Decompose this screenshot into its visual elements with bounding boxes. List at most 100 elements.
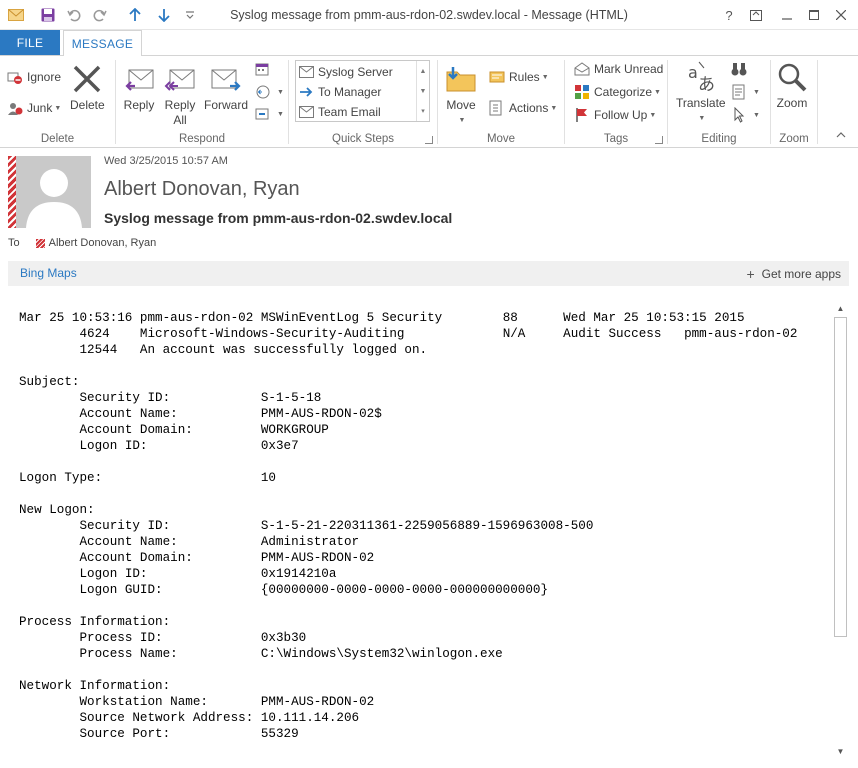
svg-text:a: a [688, 63, 698, 82]
respond-group-label: Respond [178, 133, 226, 145]
junk-icon [6, 99, 24, 117]
related-icon [730, 83, 748, 101]
delete-label: Delete [70, 98, 105, 112]
quick-step-team-email[interactable]: Team Email [298, 102, 381, 121]
help-button[interactable]: ? [718, 4, 740, 26]
reply-all-button[interactable]: Reply All [163, 62, 197, 128]
quick-step-label: Syslog Server [318, 64, 393, 79]
chevron-down-icon: ▼ [541, 73, 549, 81]
reply-button[interactable]: Reply [122, 62, 156, 113]
quick-step-to-manager[interactable]: To Manager [298, 82, 381, 101]
quick-steps-scroll[interactable]: ▲ ▼ ▾ [416, 61, 429, 121]
chevron-down-icon: ▼ [277, 88, 284, 96]
quick-steps-gallery: Syslog Server To Manager Team Email ▲ ▼ … [295, 60, 430, 122]
more-icon [254, 105, 272, 123]
junk-label: Junk [27, 101, 53, 115]
group-divider [817, 60, 818, 144]
get-more-apps-button[interactable]: + Get more apps [746, 266, 841, 282]
tab-message[interactable]: MESSAGE [63, 30, 142, 56]
actions-icon [488, 99, 506, 117]
chevron-down-icon: ▼ [54, 104, 62, 112]
chevron-up-icon [836, 132, 846, 138]
svg-text:あ: あ [698, 75, 715, 94]
tab-file[interactable]: FILE [0, 30, 60, 55]
move-folder-icon [444, 62, 478, 96]
message-body[interactable]: Mar 25 10:53:16 pmm-aus-rdon-02 MSWinEve… [8, 300, 830, 762]
vertical-scrollbar[interactable]: ▲ ▼ [832, 300, 849, 760]
ribbon-tabs: FILE MESSAGE [0, 30, 858, 56]
delete-button[interactable]: Delete [70, 62, 105, 113]
dialog-launcher-icon[interactable] [425, 136, 433, 144]
select-button[interactable]: ▼ [730, 105, 760, 125]
rules-button[interactable]: Rules ▼ [488, 67, 549, 87]
delete-icon [70, 62, 104, 96]
get-more-apps-label: Get more apps [761, 267, 841, 281]
forward-button[interactable]: Forward [204, 62, 248, 113]
quick-steps-group-label: Quick Steps [332, 133, 394, 145]
message-subject: Syslog message from pmm-aus-rdon-02.swde… [104, 210, 453, 226]
tags-group: Mark Unread Categorize ▼ Follow Up ▼ Tags [565, 56, 667, 148]
recipient-name[interactable]: Albert Donovan, Ryan [49, 237, 157, 249]
quick-step-label: Team Email [318, 104, 381, 119]
delete-group-label: Delete [40, 133, 75, 145]
find-button[interactable] [730, 59, 751, 79]
flag-icon [573, 106, 591, 124]
move-button[interactable]: Move ▼ [444, 62, 478, 128]
scroll-down-arrow-icon[interactable]: ▼ [832, 743, 849, 760]
more-respond-button[interactable]: ▼ [254, 104, 284, 124]
minimize-button[interactable] [776, 4, 798, 26]
move-group: Move ▼ Rules ▼ Actions ▼ Move [438, 56, 564, 148]
close-button[interactable] [830, 4, 852, 26]
meeting-reply-button[interactable] [254, 60, 275, 80]
junk-button[interactable]: Junk ▼ [6, 98, 61, 118]
collapse-ribbon-button[interactable] [836, 128, 846, 142]
scroll-down-icon[interactable]: ▼ [417, 81, 429, 101]
editing-group: aあ Translate ▼ ▼ ▼ Editing [668, 56, 770, 148]
expand-gallery-icon[interactable]: ▾ [417, 101, 429, 121]
move-group-label: Move [486, 133, 516, 145]
chevron-down-icon: ▼ [550, 104, 558, 112]
translate-button[interactable]: aあ Translate ▼ [676, 60, 726, 126]
ignore-icon [6, 68, 24, 86]
scroll-up-arrow-icon[interactable]: ▲ [832, 300, 849, 317]
message-date: Wed 3/25/2015 10:57 AM [104, 155, 228, 167]
mark-unread-button[interactable]: Mark Unread [573, 59, 663, 79]
ribbon-display-options-button[interactable] [745, 4, 767, 26]
reply-all-label-2: All [173, 113, 187, 127]
team-email-icon [298, 104, 314, 120]
scroll-up-icon[interactable]: ▲ [417, 61, 429, 81]
actions-label: Actions [509, 101, 549, 115]
actions-button[interactable]: Actions ▼ [488, 98, 557, 118]
categorize-label: Categorize [594, 85, 653, 99]
binoculars-icon [730, 60, 748, 78]
follow-up-label: Follow Up [594, 108, 648, 122]
zoom-group: Zoom Zoom [771, 56, 817, 148]
categorize-button[interactable]: Categorize ▼ [573, 82, 661, 102]
bing-maps-link[interactable]: Bing Maps [20, 266, 77, 280]
quick-step-label: To Manager [318, 84, 382, 99]
forward-icon [209, 62, 243, 96]
forward-label: Forward [204, 98, 249, 112]
mark-unread-icon [573, 60, 591, 78]
ignore-button[interactable]: Ignore [6, 67, 61, 87]
related-button[interactable]: ▼ [730, 82, 760, 102]
zoom-button[interactable]: Zoom [775, 60, 809, 111]
follow-up-button[interactable]: Follow Up ▼ [573, 105, 656, 125]
to-label: To [8, 237, 20, 249]
scroll-thumb[interactable] [834, 317, 847, 637]
dialog-launcher-icon[interactable] [655, 136, 663, 144]
cursor-icon [730, 106, 748, 124]
im-reply-button[interactable]: ▼ [254, 82, 284, 102]
recipient-flag-icon [35, 238, 45, 248]
avatar[interactable] [8, 156, 91, 228]
maximize-button[interactable] [803, 4, 825, 26]
translate-label: Translate [676, 96, 726, 110]
mark-unread-label: Mark Unread [594, 62, 664, 76]
rules-label: Rules [509, 70, 540, 84]
quick-step-syslog-server[interactable]: Syslog Server [298, 62, 393, 81]
ribbon: Ignore Junk ▼ Delete Delete Reply Reply … [0, 55, 858, 148]
chevron-down-icon: ▼ [277, 110, 284, 118]
sender-name[interactable]: Albert Donovan, Ryan [104, 178, 300, 201]
reply-all-icon [163, 62, 197, 96]
forward-arrow-icon [298, 84, 314, 100]
